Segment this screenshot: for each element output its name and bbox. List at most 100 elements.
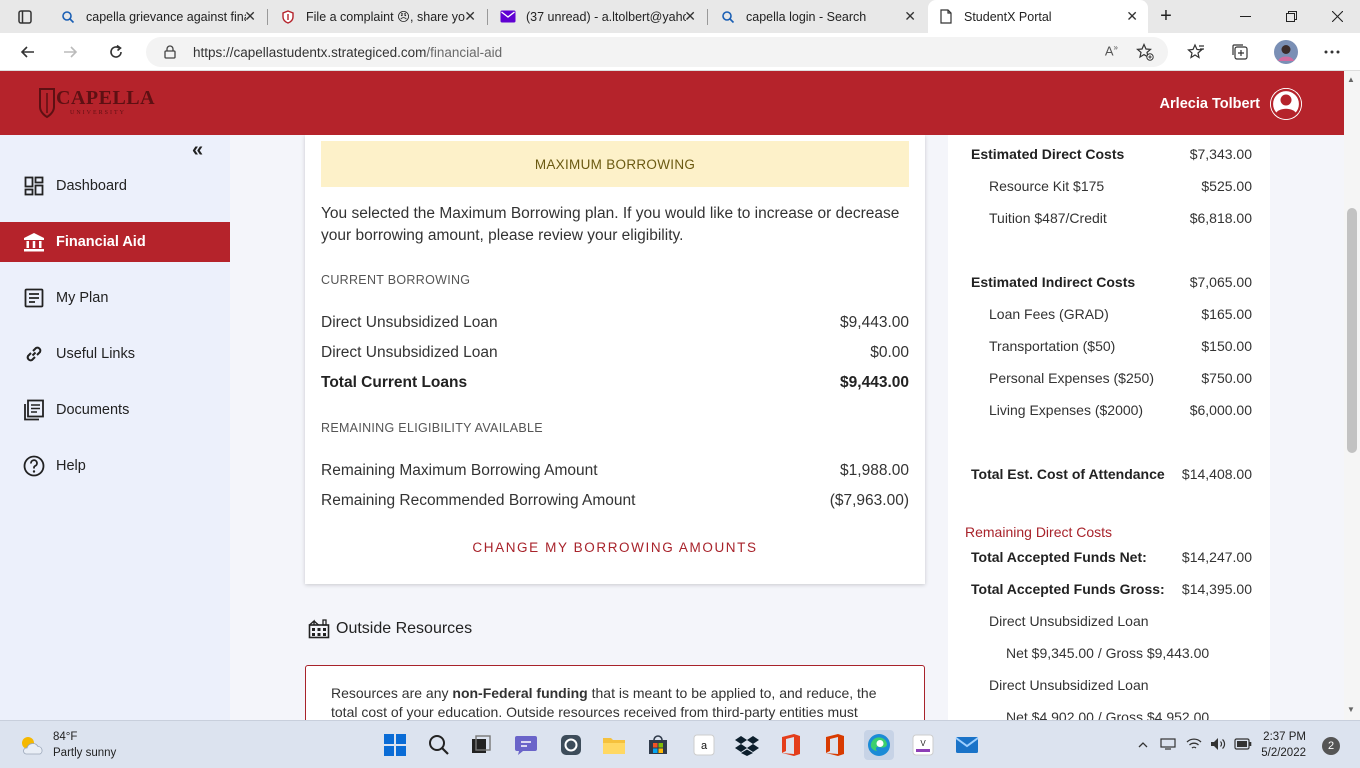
- amazon-button[interactable]: a: [689, 730, 719, 760]
- collections-button[interactable]: [1226, 38, 1254, 66]
- close-tab-icon[interactable]: ✕: [244, 8, 256, 25]
- new-tab-button[interactable]: +: [1152, 0, 1180, 33]
- scroll-up-icon[interactable]: ▲: [1347, 75, 1355, 84]
- scrollbar-thumb[interactable]: [1347, 208, 1357, 453]
- building-icon: [308, 619, 330, 639]
- cost-item-row: Tuition $487/Credit $6,818.00: [989, 210, 1252, 226]
- amazon-icon: a: [693, 734, 715, 756]
- arrow-right-icon: [64, 46, 78, 58]
- task-view-button[interactable]: [466, 730, 496, 760]
- network-icon[interactable]: [1160, 738, 1176, 750]
- tab-title: (37 unread) - a.ltolbert@yaho: [526, 9, 686, 24]
- store-button[interactable]: [643, 730, 673, 760]
- office-button[interactable]: [776, 730, 806, 760]
- tab-yahoo-mail[interactable]: (37 unread) - a.ltolbert@yaho ✕: [492, 0, 706, 33]
- accepted-funds-net-row: Total Accepted Funds Net: $14,247.00: [971, 549, 1252, 565]
- refresh-button[interactable]: [102, 38, 130, 66]
- start-button[interactable]: [380, 730, 410, 760]
- task-view-icon: [472, 735, 491, 753]
- remaining-max-row: Remaining Maximum Borrowing Amount $1,98…: [321, 462, 909, 479]
- collapse-sidebar-button[interactable]: «: [192, 139, 203, 162]
- sidebar-item-financial-aid[interactable]: Financial Aid: [0, 222, 230, 262]
- office-app-button[interactable]: [820, 730, 850, 760]
- help-icon: [23, 455, 45, 477]
- tab-capella-login[interactable]: capella login - Search ✕: [712, 0, 926, 33]
- shield-logo-icon: [39, 88, 55, 119]
- favorites-button[interactable]: [1182, 38, 1210, 66]
- edge-icon: [868, 734, 890, 756]
- minimize-icon: [1239, 16, 1251, 17]
- favorites-icon: [1187, 43, 1204, 59]
- dropbox-icon: [735, 736, 759, 756]
- restore-button[interactable]: [1268, 0, 1314, 33]
- search-button[interactable]: [424, 730, 454, 760]
- app-circle-icon: [561, 735, 581, 755]
- close-tab-icon[interactable]: ✕: [464, 8, 476, 25]
- profile-avatar-icon: [1274, 40, 1298, 64]
- tab-studentx-portal[interactable]: StudentX Portal ✕: [928, 0, 1148, 33]
- volume-icon[interactable]: [1210, 737, 1226, 751]
- close-tab-icon[interactable]: ✕: [1126, 8, 1138, 25]
- add-favorite-icon[interactable]: [1136, 43, 1154, 61]
- user-avatar[interactable]: [1270, 88, 1302, 120]
- sidebar-item-documents[interactable]: Documents: [0, 390, 230, 430]
- vonage-button[interactable]: V: [908, 730, 938, 760]
- search-icon: [60, 9, 76, 25]
- notification-badge[interactable]: 2: [1322, 737, 1340, 755]
- browser-tab-bar: capella grievance against fina ✕ File a …: [0, 0, 1360, 33]
- loan-detail-row: Net $9,345.00 / Gross $9,443.00: [1006, 645, 1210, 661]
- weather-widget[interactable]: 84°F Partly sunny: [18, 729, 116, 761]
- clock[interactable]: 2:37 PM 5/2/2022: [1261, 729, 1306, 761]
- cost-item-row: Transportation ($50) $150.00: [989, 338, 1252, 354]
- tab-capella-grievance[interactable]: capella grievance against fina ✕: [52, 0, 266, 33]
- shield-icon: [280, 9, 296, 25]
- user-name[interactable]: Arlecia Tolbert: [1160, 96, 1260, 112]
- profile-button[interactable]: [1272, 38, 1300, 66]
- indirect-costs-row: Estimated Indirect Costs $7,065.00: [971, 274, 1252, 290]
- page-scrollbar[interactable]: ▲ ▼: [1344, 71, 1360, 720]
- sidebar-item-my-plan[interactable]: My Plan: [0, 278, 230, 318]
- loan-detail-row: Net $4,902.00 / Gross $4,952.00: [1006, 709, 1210, 720]
- tab-file-complaint[interactable]: File a complaint 😠, share yo ✕: [272, 0, 486, 33]
- outside-resources-title: Outside Resources: [308, 619, 472, 639]
- cost-panel: Estimated Direct Costs $7,343.00 Resource…: [948, 135, 1344, 720]
- sidebar-item-dashboard[interactable]: Dashboard: [0, 166, 230, 206]
- edge-button[interactable]: [864, 730, 894, 760]
- minimize-button[interactable]: [1222, 0, 1268, 33]
- settings-menu-button[interactable]: [1318, 38, 1346, 66]
- capella-logo[interactable]: CAPELLA UNIVERSITY: [38, 85, 155, 121]
- scroll-down-icon[interactable]: ▼: [1347, 705, 1355, 714]
- sidebar-item-help[interactable]: Help: [0, 446, 230, 486]
- remaining-direct-costs-heading: Remaining Direct Costs: [965, 524, 1113, 540]
- mail-app-button[interactable]: [952, 730, 982, 760]
- cost-item-row: Loan Fees (GRAD) $165.00: [989, 306, 1252, 322]
- collections-icon: [1232, 44, 1248, 60]
- close-icon: [1331, 11, 1343, 22]
- close-tab-icon[interactable]: ✕: [684, 8, 696, 25]
- close-tab-icon[interactable]: ✕: [904, 8, 916, 25]
- remaining-recommended-row: Remaining Recommended Borrowing Amount (…: [321, 492, 909, 509]
- file-explorer-button[interactable]: [599, 730, 629, 760]
- main-content: MAXIMUM BORROWING You selected the Maxim…: [230, 135, 948, 720]
- forward-button[interactable]: [56, 38, 84, 66]
- office-icon: [782, 734, 800, 756]
- dropbox-button[interactable]: [732, 730, 762, 760]
- current-borrowing-heading: CURRENT BORROWING: [321, 273, 471, 287]
- battery-icon[interactable]: [1234, 738, 1252, 750]
- teams-chat-button[interactable]: [511, 730, 541, 760]
- sidebar-item-label: Dashboard: [56, 178, 127, 194]
- sidebar-item-useful-links[interactable]: Useful Links: [0, 334, 230, 374]
- address-bar[interactable]: https://capellastudentx.strategiced.com/…: [146, 37, 1168, 67]
- borrowing-card: MAXIMUM BORROWING You selected the Maxim…: [305, 135, 925, 584]
- folder-icon: [603, 738, 625, 754]
- wifi-icon[interactable]: [1186, 737, 1202, 751]
- close-window-button[interactable]: [1314, 0, 1360, 33]
- back-button[interactable]: [14, 38, 42, 66]
- change-borrowing-button[interactable]: CHANGE MY BORROWING AMOUNTS: [305, 540, 925, 555]
- read-aloud-icon[interactable]: A»: [1105, 43, 1118, 58]
- page-icon: [938, 9, 954, 25]
- documents-icon: [23, 399, 45, 421]
- tab-actions-button[interactable]: [8, 0, 42, 33]
- app-button[interactable]: [556, 730, 586, 760]
- show-hidden-icons-icon[interactable]: [1138, 742, 1148, 748]
